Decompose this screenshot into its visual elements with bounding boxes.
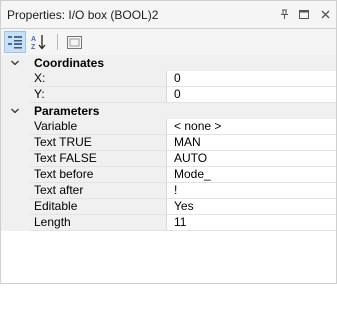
property-value[interactable]: 11 — [167, 215, 336, 230]
property-row-variable[interactable]: Variable < none > — [1, 119, 336, 135]
property-row-text-false[interactable]: Text FALSE AUTO — [1, 151, 336, 167]
property-pages-button[interactable] — [63, 31, 85, 53]
property-row-y[interactable]: Y: 0 — [1, 87, 336, 103]
property-value[interactable]: Yes — [167, 199, 336, 214]
category-parameters[interactable]: Parameters — [1, 103, 336, 119]
pin-button[interactable] — [277, 7, 291, 21]
property-value[interactable]: < none > — [167, 119, 336, 134]
pin-icon — [280, 9, 288, 19]
properties-panel: Properties: I/O box (BOOL)2 A Z Coordina… — [0, 0, 337, 313]
chevron-down-icon[interactable] — [10, 58, 20, 68]
toolbar: A Z — [0, 29, 337, 55]
property-name: Text after — [30, 183, 167, 198]
sort-alphabetical-icon: A Z — [31, 35, 46, 50]
property-value[interactable]: 0 — [167, 71, 336, 86]
close-button[interactable] — [318, 7, 332, 21]
property-value[interactable]: AUTO — [167, 151, 336, 166]
property-row-text-before[interactable]: Text before Mode_ — [1, 167, 336, 183]
property-name: Text before — [30, 167, 167, 182]
property-name: X: — [30, 71, 167, 86]
title-bar: Properties: I/O box (BOOL)2 — [0, 0, 337, 29]
property-value[interactable]: Mode_ — [167, 167, 336, 182]
category-coordinates[interactable]: Coordinates — [1, 55, 336, 71]
sort-alphabetical-button[interactable]: A Z — [28, 31, 50, 53]
property-name: Text FALSE — [30, 151, 167, 166]
toolbar-separator — [57, 34, 58, 50]
property-value[interactable]: 0 — [167, 87, 336, 102]
category-label: Coordinates — [34, 56, 105, 70]
property-row-text-after[interactable]: Text after ! — [1, 183, 336, 199]
property-name: Editable — [30, 199, 167, 214]
panel-bottom-border — [0, 283, 337, 284]
property-row-x[interactable]: X: 0 — [1, 71, 336, 87]
property-row-length[interactable]: Length 11 — [1, 215, 336, 231]
property-name: Length — [30, 215, 167, 230]
categorized-view-icon — [8, 36, 22, 49]
maximize-button[interactable] — [297, 7, 311, 21]
property-grid: Coordinates X: 0 Y: 0 Parameters Variabl… — [0, 55, 337, 283]
property-value[interactable]: ! — [167, 183, 336, 198]
property-value[interactable]: MAN — [167, 135, 336, 150]
property-name: Y: — [30, 87, 167, 102]
category-label: Parameters — [34, 104, 100, 118]
chevron-down-icon[interactable] — [10, 106, 20, 116]
property-row-text-true[interactable]: Text TRUE MAN — [1, 135, 336, 151]
panel-title: Properties: I/O box (BOOL)2 — [7, 8, 159, 22]
svg-text:Z: Z — [31, 44, 36, 50]
property-name: Variable — [30, 119, 167, 134]
property-name: Text TRUE — [30, 135, 167, 150]
maximize-icon — [299, 9, 309, 19]
property-row-editable[interactable]: Editable Yes — [1, 199, 336, 215]
svg-text:A: A — [31, 36, 36, 43]
categorized-view-button[interactable] — [4, 31, 26, 53]
close-icon — [321, 10, 329, 18]
property-pages-icon — [66, 35, 82, 49]
